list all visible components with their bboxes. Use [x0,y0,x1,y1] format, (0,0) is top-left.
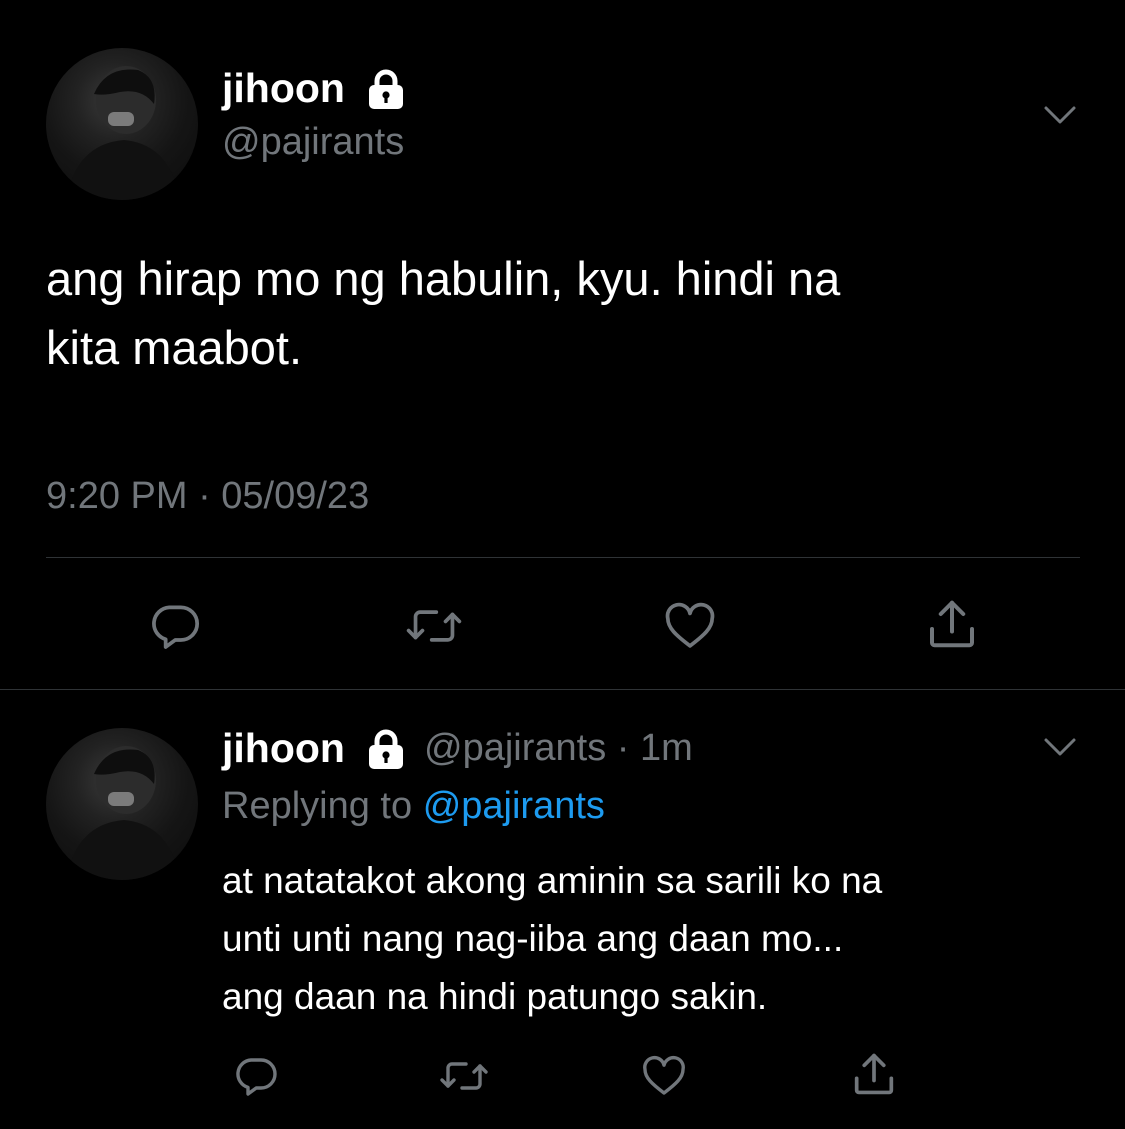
replying-to-handle[interactable]: @pajirants [423,785,605,827]
tweet-separator [0,689,1125,690]
replying-to-label: Replying to [222,785,413,827]
chevron-down-icon[interactable] [1040,732,1080,762]
share-icon[interactable] [848,1048,900,1100]
tweet-timestamp[interactable]: 9:20 PM · 05/09/23 [46,474,369,518]
tweet-text: ang hirap mo ng habulin, kyu. hindi na k… [46,244,1106,382]
share-icon[interactable] [922,594,982,654]
retweet-icon[interactable] [438,1052,490,1100]
reply-text-line: ang daan na hindi patungo sakin. [222,976,768,1017]
avatar[interactable] [46,728,198,880]
reply-icon[interactable] [232,1052,280,1100]
reply-text: at natatakot akong aminin sa sarili ko n… [222,852,1102,1026]
reply-text-line: unti unti nang nag-iiba ang daan mo... [222,918,844,959]
like-icon[interactable] [662,598,718,654]
reply-icon[interactable] [147,598,203,654]
chevron-down-icon[interactable] [1040,100,1080,130]
divider [46,557,1080,558]
like-icon[interactable] [640,1052,688,1100]
tweet-text-line: kita maabot. [46,321,303,374]
author-name[interactable]: jihoon [222,724,345,772]
author-handle-time[interactable]: @pajirants · 1m [424,726,693,770]
tweet-text-line: ang hirap mo ng habulin, kyu. hindi na [46,252,841,305]
retweet-icon[interactable] [404,598,464,654]
replying-to: Replying to @pajirants [222,784,605,828]
reply-text-line: at natatakot akong aminin sa sarili ko n… [222,860,883,901]
lock-icon [365,69,407,109]
author-name[interactable]: jihoon [222,64,345,112]
author-handle[interactable]: @pajirants [222,120,404,164]
avatar[interactable] [46,48,198,200]
lock-icon [365,729,407,769]
